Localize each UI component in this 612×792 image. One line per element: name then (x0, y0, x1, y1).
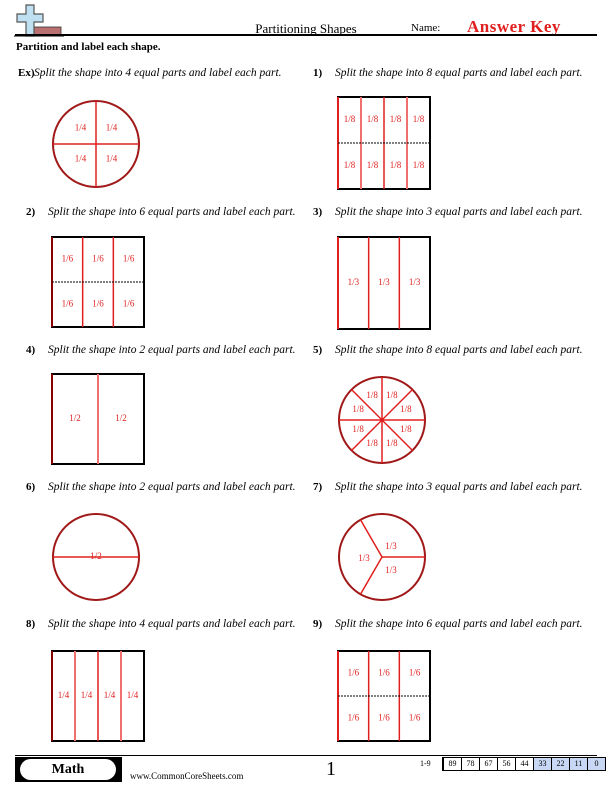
problem-text: Split the shape into 4 equal parts and l… (34, 67, 282, 79)
fraction-label: 1/3 (385, 565, 397, 575)
fraction-label: 1/8 (400, 404, 412, 414)
fraction-label: 1/6 (92, 299, 104, 309)
fraction-label: 1/3 (348, 277, 360, 287)
problem-number: Ex) (18, 67, 35, 79)
fraction-label: 1/8 (390, 160, 402, 170)
fraction-label: 1/6 (123, 254, 135, 264)
rectangle-shape: 1/6 1/6 1/6 1/6 1/6 1/6 (337, 650, 431, 742)
rectangle-shape: 1/6 1/6 1/6 1/6 1/6 1/6 (51, 236, 145, 328)
fraction-label: 1/6 (378, 668, 390, 678)
fraction-label: 1/4 (104, 690, 116, 700)
fraction-label: 1/3 (378, 277, 390, 287)
fraction-label: 1/8 (344, 160, 356, 170)
problem-text: Split the shape into 4 equal parts and l… (48, 618, 296, 630)
fraction-label: 1/2 (69, 413, 81, 423)
score-cell: 33 (533, 757, 552, 771)
fraction-label: 1/6 (409, 668, 421, 678)
problem-text: Split the shape into 2 equal parts and l… (48, 481, 296, 493)
fraction-label: 1/6 (123, 299, 135, 309)
fraction-label: 1/4 (75, 123, 87, 133)
fraction-label: 1/3 (409, 277, 421, 287)
fraction-label: 1/8 (386, 390, 398, 400)
score-cell: 89 (443, 757, 462, 771)
problem-text: Split the shape into 6 equal parts and l… (48, 206, 296, 218)
problem-number: 1) (313, 67, 323, 79)
problem-text: Split the shape into 3 equal parts and l… (335, 206, 583, 218)
fraction-label: 1/6 (378, 713, 390, 723)
fraction-label: 1/3 (358, 553, 370, 563)
score-range-label: 1-9 (420, 759, 431, 768)
fraction-label: 1/6 (62, 299, 74, 309)
circle-shape: 1/4 1/4 1/4 1/4 (52, 100, 140, 188)
fraction-label: 1/2 (90, 551, 102, 561)
header-divider (15, 34, 597, 36)
fraction-label: 1/4 (81, 690, 93, 700)
fraction-label: 1/8 (390, 114, 402, 124)
score-cell: 22 (551, 757, 570, 771)
fraction-label: 1/6 (348, 713, 360, 723)
site-url: www.CommonCoreSheets.com (130, 771, 244, 781)
name-label: Name: (411, 22, 441, 34)
fraction-label: 1/4 (106, 154, 118, 164)
fraction-label: 1/3 (385, 541, 397, 551)
fraction-label: 1/4 (106, 123, 118, 133)
rectangle-shape: 1/4 1/4 1/4 1/4 (51, 650, 145, 742)
score-cell: 11 (569, 757, 588, 771)
circle-shape: 1/81/81/81/81/81/81/81/8 (338, 376, 426, 464)
problem-number: 7) (313, 481, 323, 493)
problem-number: 5) (313, 344, 323, 356)
fraction-label: 1/8 (367, 114, 379, 124)
score-table: 89 78 67 56 44 33 22 11 0 (442, 757, 606, 771)
fraction-label: 1/6 (62, 254, 74, 264)
problem-number: 9) (313, 618, 323, 630)
fraction-label: 1/8 (352, 404, 364, 414)
problem-text: Split the shape into 6 equal parts and l… (335, 618, 583, 630)
fraction-label: 1/8 (413, 160, 425, 170)
fraction-label: 1/8 (366, 438, 378, 448)
fraction-label: 1/6 (92, 254, 104, 264)
problem-number: 4) (26, 344, 36, 356)
problem-number: 2) (26, 206, 36, 218)
problem-text: Split the shape into 8 equal parts and l… (335, 344, 583, 356)
footer-divider (15, 755, 597, 756)
problem-number: 8) (26, 618, 36, 630)
rectangle-shape: 1/8 1/8 1/8 1/8 1/8 1/8 1/8 1/8 (337, 96, 431, 190)
instructions: Partition and label each shape. (16, 41, 161, 53)
score-cell: 56 (497, 757, 516, 771)
problem-number: 3) (313, 206, 323, 218)
fraction-label: 1/4 (127, 690, 139, 700)
rectangle-shape: 1/3 1/3 1/3 (337, 236, 431, 330)
circle-shape: 1/3 1/3 1/3 (338, 513, 426, 601)
score-cell: 44 (515, 757, 534, 771)
score-cell: 78 (461, 757, 480, 771)
fraction-label: 1/8 (366, 390, 378, 400)
rectangle-shape: 1/2 1/2 (51, 373, 145, 465)
fraction-label: 1/2 (115, 413, 127, 423)
fraction-label: 1/8 (400, 424, 412, 434)
problem-text: Split the shape into 3 equal parts and l… (335, 481, 583, 493)
page-number: 1 (326, 758, 336, 780)
problem-text: Split the shape into 8 equal parts and l… (335, 67, 583, 79)
fraction-label: 1/8 (352, 424, 364, 434)
fraction-label: 1/6 (348, 668, 360, 678)
fraction-label: 1/8 (413, 114, 425, 124)
score-cell: 67 (479, 757, 498, 771)
subject-label: Math (20, 759, 116, 780)
fraction-label: 1/8 (344, 114, 356, 124)
score-cell: 0 (587, 757, 606, 771)
center-point (380, 418, 384, 422)
fraction-label: 1/6 (409, 713, 421, 723)
problem-text: Split the shape into 2 equal parts and l… (48, 344, 296, 356)
circle-shape: 1/2 (52, 513, 140, 601)
fraction-label: 1/8 (386, 438, 398, 448)
problem-number: 6) (26, 481, 36, 493)
fraction-label: 1/4 (58, 690, 70, 700)
fraction-label: 1/4 (75, 154, 87, 164)
fraction-label: 1/8 (367, 160, 379, 170)
